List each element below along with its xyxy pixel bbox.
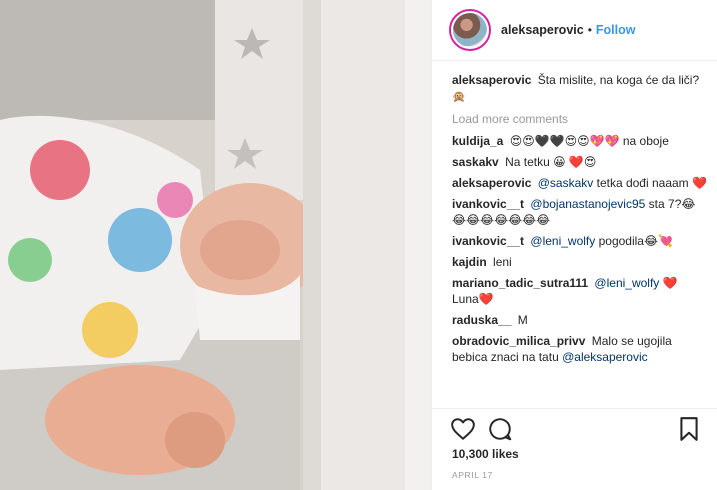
comment-text: M (517, 313, 528, 327)
comment-username[interactable]: raduska__ (452, 313, 511, 327)
comment-icon[interactable] (487, 416, 513, 442)
caption-text: Šta mislite, na koga će da liči? (537, 73, 700, 87)
comments-list[interactable]: aleksaperovic Šta mislite, na koga će da… (452, 72, 707, 407)
comment-username[interactable]: ivankovic__t (452, 234, 524, 248)
comment-item: kuldija_a 😍😍🖤🖤😍😍💖💖 na oboje (452, 133, 707, 149)
post-actions-bar (432, 408, 717, 448)
comment-mention-link[interactable]: @bojanastanojevic95 (530, 197, 645, 211)
post-caption: aleksaperovic Šta mislite, na koga će da… (452, 72, 707, 105)
load-more-comments-button[interactable]: Load more comments (452, 111, 707, 127)
comment-item: aleksaperovic @saskakv tetka dođi naaam … (452, 175, 707, 191)
comment-text: leni (493, 255, 512, 269)
comment-username[interactable]: obradovic_milica_privv (452, 334, 585, 348)
comment-username[interactable]: kuldija_a (452, 134, 503, 148)
comment-username[interactable]: aleksaperovic (452, 176, 531, 190)
comment-item: ivankovic__t @leni_wolfy pogodila😂💘 (452, 233, 707, 249)
comment-text: pogodila😂💘 (598, 234, 673, 248)
comment-item: kajdin leni (452, 254, 707, 270)
comment-username[interactable]: kajdin (452, 255, 487, 269)
comment-text: Na tetku 😀 ❤️😍 (505, 155, 597, 169)
post-header: aleksaperovic • Follow (432, 0, 717, 61)
follow-button[interactable]: Follow (596, 23, 636, 37)
comment-item: raduska__ M (452, 312, 707, 328)
post-side-panel: aleksaperovic • Follow aleksaperovic Šta… (431, 0, 717, 490)
comment-item: obradovic_milica_privv Malo se ugojila b… (452, 333, 707, 365)
likes-count[interactable]: 10,300 likes (452, 447, 519, 461)
avatar[interactable] (449, 9, 491, 51)
comment-text: 😍😍🖤🖤😍😍💖💖 na oboje (509, 134, 669, 148)
post-author-username[interactable]: aleksaperovic (501, 23, 584, 37)
caption-username[interactable]: aleksaperovic (452, 73, 531, 87)
comment-username[interactable]: saskakv (452, 155, 499, 169)
baby-photo-illustration (0, 0, 431, 490)
comment-username[interactable]: mariano_tadic_sutra111 (452, 276, 588, 290)
comment-item: ivankovic__t @bojanastanojevic95 sta 7?😂… (452, 196, 707, 228)
comment-mention-link[interactable]: @leni_wolfy (530, 234, 595, 248)
separator-dot: • (587, 23, 592, 37)
instagram-post: aleksaperovic • Follow aleksaperovic Šta… (0, 0, 717, 490)
comment-text: tetka dođi naaam ❤️ (596, 176, 707, 190)
comment-mention-link[interactable]: @aleksaperovic (562, 350, 648, 364)
comment-username[interactable]: ivankovic__t (452, 197, 524, 211)
comment-item: mariano_tadic_sutra111 @leni_wolfy ❤️ Lu… (452, 275, 707, 307)
post-date: APRIL 17 (452, 470, 493, 480)
post-photo[interactable] (0, 0, 431, 490)
comment-mention-link[interactable]: @leni_wolfy (594, 276, 659, 290)
heart-icon[interactable] (450, 416, 476, 442)
comment-item: saskakv Na tetku 😀 ❤️😍 (452, 154, 707, 170)
comment-mention-link[interactable]: @saskakv (538, 176, 594, 190)
caption-emoji: 🙊 (452, 91, 466, 103)
bookmark-icon[interactable] (676, 416, 702, 442)
